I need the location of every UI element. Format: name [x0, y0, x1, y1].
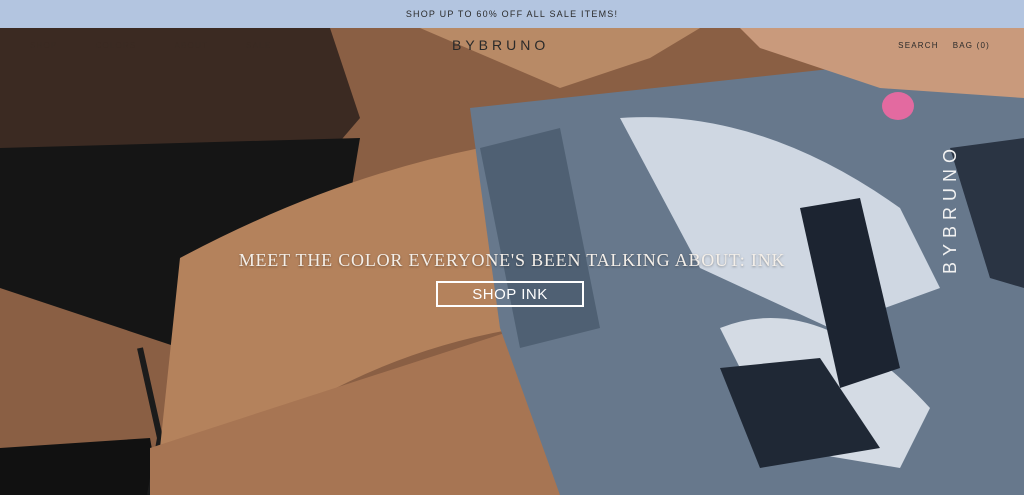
site-logo[interactable]: BYBRUNO [452, 37, 549, 53]
bag-link[interactable]: BAG (0) [953, 41, 990, 50]
announcement-text: SHOP UP TO 60% OFF ALL SALE ITEMS! [405, 9, 619, 19]
shop-ink-button[interactable]: SHOP INK [436, 281, 584, 307]
main-nav: SHOP COLORS ABOUT SALE [30, 41, 271, 50]
announcement-bar: SHOP UP TO 60% OFF ALL SALE ITEMS! [0, 0, 1024, 28]
utility-nav: SEARCH BAG (0) [898, 41, 990, 50]
nav-colors[interactable]: COLORS [95, 41, 136, 50]
search-link[interactable]: SEARCH [898, 41, 939, 50]
hero-headline: MEET THE COLOR EVERYONE'S BEEN TALKING A… [238, 250, 786, 270]
nav-sale[interactable]: SALE [246, 41, 271, 50]
nav-about[interactable]: ABOUT [174, 41, 208, 50]
nav-shop[interactable]: SHOP [30, 41, 57, 50]
hero-banner[interactable]: SHOP COLORS ABOUT SALE BYBRUNO SEARCH BA… [0, 28, 1024, 495]
